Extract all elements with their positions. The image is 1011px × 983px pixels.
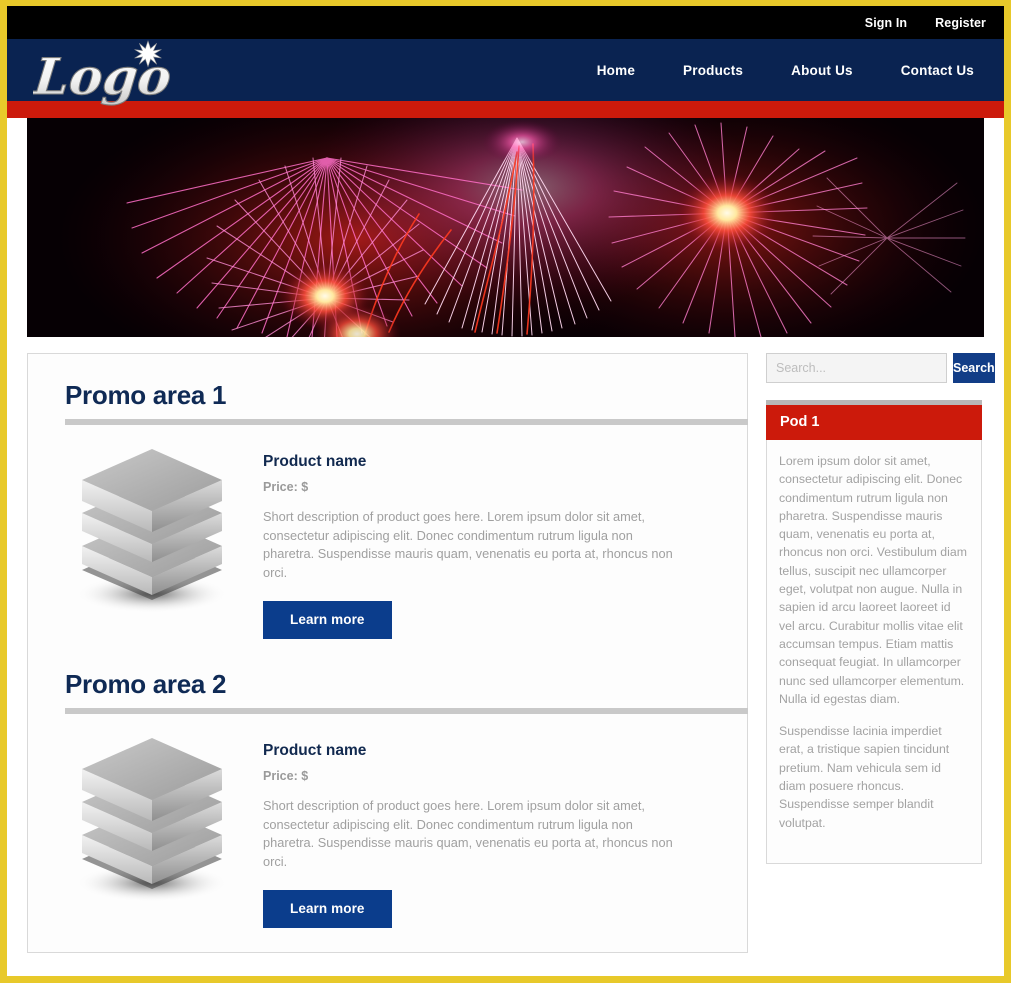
nav-item-home[interactable]: Home (597, 63, 635, 78)
register-link[interactable]: Register (935, 16, 986, 30)
pod-1-title: Pod 1 (766, 405, 982, 440)
pod-1-paragraph-2: Suspendisse lacinia imperdiet erat, a tr… (779, 724, 950, 830)
promo-1-title: Promo area 1 (65, 380, 227, 410)
sign-in-link[interactable]: Sign In (865, 16, 907, 30)
search-input[interactable] (766, 353, 947, 383)
content-area: Promo area 1 Product name Price: $ Short… (7, 337, 1004, 953)
search-button[interactable]: Search (953, 353, 995, 383)
promo-2-product-name: Product name (263, 742, 367, 759)
page-gold-frame: Sign In Register Logo Home Products Abou… (0, 0, 1011, 983)
search-row: Search (766, 353, 995, 383)
promo-2-product-price: Price: $ (263, 769, 309, 783)
promo-1-learn-more-button[interactable]: Learn more (263, 601, 392, 639)
sidebar: Search Pod 1 Lorem ipsum dolor sit amet,… (766, 353, 995, 864)
nav-item-about-us[interactable]: About Us (791, 63, 853, 78)
promo-2-product-row: Product name Price: $ Short description … (48, 732, 727, 928)
promo-section-2: Promo area 2 Product name Price: $ Short… (48, 669, 748, 928)
page-frame: Sign In Register Logo Home Products Abou… (7, 6, 1004, 976)
promo-1-product-name: Product name (263, 453, 367, 470)
main-navigation: Home Products About Us Contact Us (549, 63, 1004, 78)
nav-item-products[interactable]: Products (683, 63, 743, 78)
nav-item-contact-us[interactable]: Contact Us (901, 63, 974, 78)
hero-banner-fireworks-image (27, 118, 984, 337)
promo-2-divider (65, 708, 748, 714)
masthead: Logo Home Products About Us Contact Us (7, 39, 1004, 107)
promo-1-product-price: Price: $ (263, 480, 309, 494)
main-column: Promo area 1 Product name Price: $ Short… (27, 353, 748, 953)
product-stack-image-2 (48, 732, 263, 907)
promo-1-product-info: Product name Price: $ Short description … (263, 443, 727, 639)
promo-1-product-description: Short description of product goes here. … (263, 509, 673, 580)
product-stack-image-1 (48, 443, 263, 618)
promo-2-title: Promo area 2 (65, 669, 227, 699)
promo-1-product-row: Product name Price: $ Short description … (48, 443, 727, 639)
promo-2-product-info: Product name Price: $ Short description … (263, 732, 727, 928)
pod-1-paragraph-1: Lorem ipsum dolor sit amet, consectetur … (779, 454, 967, 706)
pod-1-body: Lorem ipsum dolor sit amet, consectetur … (766, 440, 982, 864)
logo[interactable]: Logo (33, 32, 183, 110)
pod-1: Pod 1 Lorem ipsum dolor sit amet, consec… (766, 400, 982, 864)
promo-1-divider (65, 419, 748, 425)
promo-section-1: Promo area 1 Product name Price: $ Short… (48, 380, 748, 639)
promo-2-product-description: Short description of product goes here. … (263, 798, 673, 869)
promo-2-learn-more-button[interactable]: Learn more (263, 890, 392, 928)
hero-banner-wrap (7, 118, 1004, 337)
footer-spacer (7, 953, 1004, 976)
